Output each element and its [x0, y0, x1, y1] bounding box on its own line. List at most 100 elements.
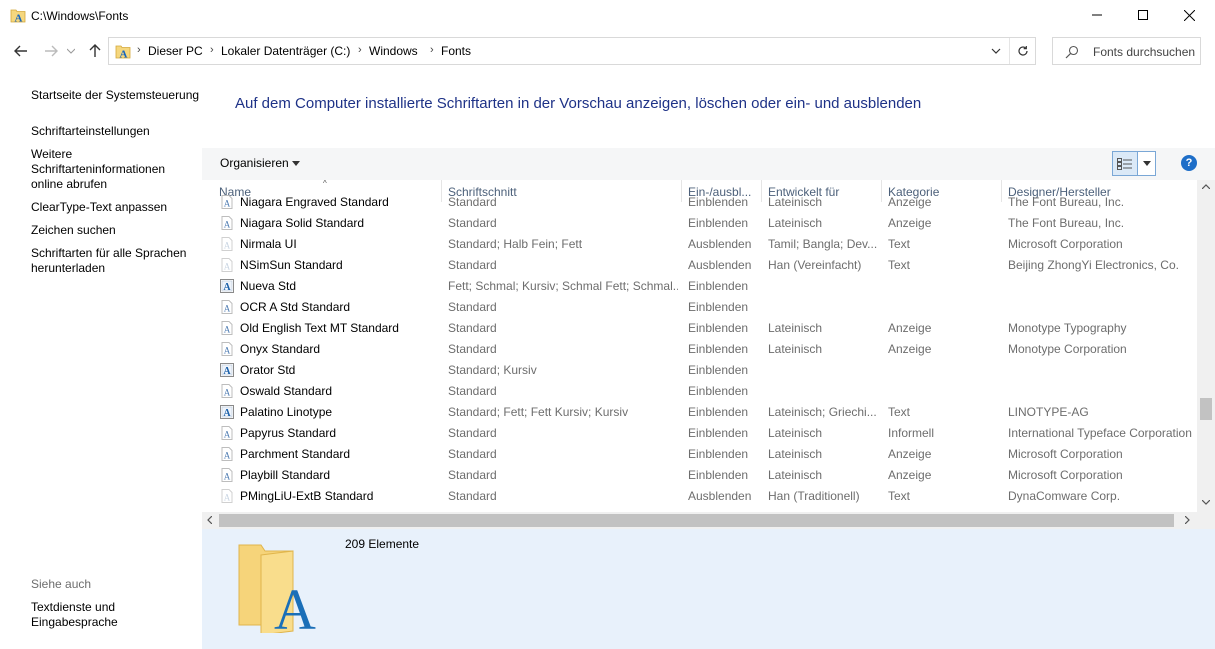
font-style: Standard; Fett; Fett Kursiv; Kursiv: [448, 405, 629, 419]
font-name: Nueva Std: [240, 279, 297, 293]
help-button[interactable]: ?: [1181, 155, 1197, 171]
breadcrumb-fonts[interactable]: Fonts: [441, 44, 471, 58]
address-bar[interactable]: A › Dieser PC › Lokaler Datenträger (C:)…: [108, 37, 1036, 65]
table-row[interactable]: A NSimSun Standard Standard Ausblenden Han (…: [202, 255, 1197, 276]
breadcrumb-this-pc[interactable]: Dieser PC: [148, 44, 203, 58]
font-name: Niagara Solid Standard: [240, 216, 365, 230]
close-icon: [1183, 9, 1195, 21]
recent-locations-button[interactable]: [64, 40, 78, 62]
breadcrumb-local-disk[interactable]: Lokaler Datenträger (C:): [221, 44, 350, 58]
organise-menu-button[interactable]: Organisieren: [220, 156, 289, 170]
font-designer: Monotype Corporation: [1008, 342, 1127, 356]
caret-down-icon: [1142, 161, 1151, 166]
sidebar-link-font-settings[interactable]: Schriftarteinstellungen: [31, 124, 201, 139]
explorer-window: A C:\Windows\Fonts A › Dieser PC › Lokal…: [0, 0, 1215, 649]
minimize-button[interactable]: [1074, 0, 1120, 30]
forward-button[interactable]: [40, 40, 62, 62]
sidebar-link-text-services[interactable]: Textdienste und Eingabesprache: [31, 600, 141, 630]
table-row[interactable]: A PMingLiU-ExtB Standard Standard Ausblende…: [202, 486, 1197, 507]
caret-down-icon: [292, 161, 300, 166]
table-row[interactable]: A Nirmala UI Standard; Halb Fein; Fett Ausb…: [202, 234, 1197, 255]
close-button[interactable]: [1166, 0, 1212, 30]
font-family-icon: A: [220, 363, 234, 377]
horizontal-scrollbar[interactable]: [202, 512, 1197, 529]
font-style: Standard: [448, 342, 497, 356]
item-count: 209 Elemente: [345, 537, 420, 551]
font-category: Anzeige: [888, 468, 932, 482]
font-category: Anzeige: [888, 321, 932, 335]
font-name: Playbill Standard: [240, 468, 331, 482]
font-visibility: Einblenden: [688, 279, 749, 293]
table-row[interactable]: A Nueva Std Fett; Schmal; Kursiv; Schmal F…: [202, 276, 1197, 297]
svg-text:A: A: [224, 472, 231, 482]
font-list: ^ Name Schriftschnitt Ein-/ausbl... Entw…: [202, 180, 1197, 512]
sidebar-link-control-panel-home[interactable]: Startseite der Systemsteuerung: [31, 88, 201, 103]
breadcrumb-separator[interactable]: ›: [430, 44, 434, 56]
breadcrumb-separator[interactable]: ›: [210, 44, 214, 56]
search-box[interactable]: Fonts durchsuchen: [1052, 37, 1201, 65]
svg-text:A: A: [15, 13, 23, 25]
table-row[interactable]: A Palatino Linotype Standard; Fett; Fett K…: [202, 402, 1197, 423]
font-category: Informell: [888, 426, 935, 440]
font-file-icon: A: [221, 342, 233, 356]
chevron-left-icon[interactable]: [207, 516, 212, 524]
table-row[interactable]: A Papyrus Standard Standard Einblenden Latei…: [202, 423, 1197, 444]
sidebar-link-download-fonts[interactable]: Schriftarten für alle Sprachen herunterl…: [31, 246, 196, 276]
font-file-icon: A: [221, 447, 233, 461]
table-row[interactable]: A OCR A Std Standard Standard Einblenden: [202, 297, 1197, 318]
view-options-dropdown[interactable]: [1138, 151, 1156, 176]
breadcrumb-windows[interactable]: Windows: [369, 44, 418, 58]
font-file-icon: A: [221, 468, 233, 482]
chevron-up-icon[interactable]: [1202, 184, 1210, 189]
svg-text:A: A: [224, 241, 231, 251]
table-row[interactable]: A Orator Std Standard; Kursiv Einblenden: [202, 360, 1197, 381]
vertical-scroll-thumb[interactable]: [1200, 398, 1212, 420]
svg-text:A: A: [120, 49, 128, 61]
svg-text:A: A: [224, 220, 231, 230]
svg-text:A: A: [223, 408, 231, 419]
breadcrumb-separator[interactable]: ›: [358, 44, 362, 56]
font-name: Nirmala UI: [240, 237, 297, 251]
search-placeholder[interactable]: Fonts durchsuchen: [1093, 45, 1195, 59]
font-designer: International Typeface Corporation: [1008, 426, 1192, 440]
table-row[interactable]: A Playbill Standard Standard Einblenden Late…: [202, 465, 1197, 486]
sidebar-link-find-character[interactable]: Zeichen suchen: [31, 223, 201, 238]
change-view-button[interactable]: [1112, 151, 1138, 176]
svg-text:A: A: [274, 577, 316, 633]
vertical-scrollbar[interactable]: [1197, 180, 1215, 513]
back-button[interactable]: [10, 40, 32, 62]
font-name: OCR A Std Standard: [240, 300, 351, 314]
font-name: Papyrus Standard: [240, 426, 337, 440]
table-row[interactable]: A Oswald Standard Standard Einblenden: [202, 381, 1197, 402]
chevron-right-icon[interactable]: [1185, 516, 1190, 524]
svg-text:A: A: [224, 346, 231, 356]
font-visibility: Einblenden: [688, 300, 749, 314]
font-designer: Monotype Typography: [1008, 321, 1127, 335]
window-title: C:\Windows\Fonts: [31, 9, 129, 23]
font-visibility: Einblenden: [688, 468, 749, 482]
maximize-button[interactable]: [1120, 0, 1166, 30]
table-row[interactable]: A Old English Text MT Standard Standard Ein…: [202, 318, 1197, 339]
table-row[interactable]: A Onyx Standard Standard Einblenden Lateinis…: [202, 339, 1197, 360]
breadcrumb-separator[interactable]: ›: [137, 44, 141, 56]
refresh-button[interactable]: [1009, 38, 1036, 64]
font-designed-for: Lateinisch: [768, 468, 823, 482]
font-name: Niagara Engraved Standard: [240, 195, 389, 209]
table-row[interactable]: A Niagara Engraved Standard Standard Einble…: [202, 192, 1197, 213]
font-category: Anzeige: [888, 447, 932, 461]
chevron-down-icon[interactable]: [1202, 500, 1210, 505]
font-visibility: Ausblenden: [688, 237, 752, 251]
font-style: Standard: [448, 216, 497, 230]
font-category: Text: [888, 258, 911, 272]
sidebar-link-font-info-online[interactable]: Weitere Schriftarteninformationen online…: [31, 147, 181, 192]
font-visibility: Einblenden: [688, 342, 749, 356]
up-button[interactable]: [84, 40, 106, 62]
address-dropdown-button[interactable]: [986, 42, 1006, 60]
font-visibility: Einblenden: [688, 216, 749, 230]
font-category: Text: [888, 237, 911, 251]
horizontal-scroll-thumb[interactable]: [219, 514, 1174, 527]
sidebar-link-cleartype[interactable]: ClearType-Text anpassen: [31, 200, 201, 215]
font-designed-for: Han (Vereinfacht): [768, 258, 862, 272]
table-row[interactable]: A Niagara Solid Standard Standard Einblende…: [202, 213, 1197, 234]
table-row[interactable]: A Parchment Standard Standard Einblenden Lat…: [202, 444, 1197, 465]
